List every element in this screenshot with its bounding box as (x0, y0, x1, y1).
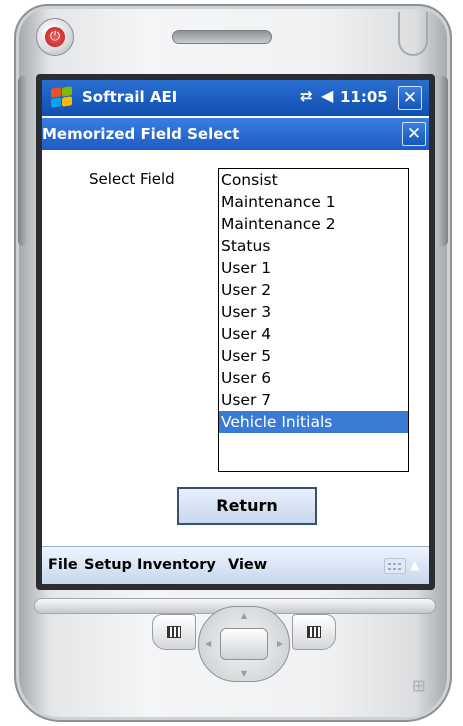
list-item[interactable]: Maintenance 2 (219, 213, 408, 235)
windows-flag-icon[interactable] (50, 86, 74, 109)
chevron-up-icon[interactable]: ▲ (410, 558, 419, 572)
field-listbox[interactable]: Consist Maintenance 1 Maintenance 2 Stat… (218, 168, 409, 472)
list-item[interactable]: Maintenance 1 (219, 191, 408, 213)
dpad-up-icon: ▲ (241, 611, 248, 620)
menu-bar: File Setup Inventory View ▲ (42, 546, 429, 584)
title-bar: Softrail AEI ⇄ ◀ 11:05 ✕ (42, 80, 429, 116)
dpad-right-icon: ▶ (277, 639, 284, 648)
dpad-center-button[interactable] (220, 628, 268, 660)
list-item[interactable]: User 1 (219, 257, 408, 279)
list-item-selected[interactable]: Vehicle Initials (219, 411, 408, 433)
contacts-icon (307, 626, 321, 638)
menu-setup[interactable]: Setup (84, 557, 132, 573)
close-button[interactable]: ✕ (398, 86, 422, 110)
list-item[interactable]: User 2 (219, 279, 408, 301)
list-item[interactable]: User 6 (219, 367, 408, 389)
power-button[interactable]: ⏻ (36, 18, 74, 56)
screen: Softrail AEI ⇄ ◀ 11:05 ✕ Memorized Field… (42, 80, 429, 584)
menu-view[interactable]: View (228, 557, 267, 573)
stylus-slot (398, 12, 428, 56)
list-item[interactable]: User 4 (219, 323, 408, 345)
dialog-header: Memorized Field Select ✕ (42, 118, 429, 150)
list-item[interactable]: User 7 (219, 389, 408, 411)
dialog-close-button[interactable]: ✕ (402, 122, 426, 146)
windows-logo-icon: ⊞ (412, 676, 426, 695)
dialog-title: Memorized Field Select (42, 125, 240, 143)
dpad-down-icon: ▼ (241, 669, 248, 678)
keyboard-icon[interactable] (384, 558, 406, 574)
volume-icon[interactable]: ◀ (321, 86, 333, 105)
sync-icon[interactable]: ⇄ (300, 87, 313, 105)
side-rail-left (18, 76, 28, 246)
return-button[interactable]: Return (177, 487, 317, 525)
calendar-icon (167, 626, 181, 638)
list-item[interactable]: Status (219, 235, 408, 257)
clock[interactable]: 11:05 (340, 88, 388, 106)
menu-inventory[interactable]: Inventory (137, 557, 216, 573)
select-field-label: Select Field (89, 170, 175, 188)
app-title: Softrail AEI (82, 88, 178, 106)
side-rail-right (438, 76, 448, 246)
list-item[interactable]: User 5 (219, 345, 408, 367)
speaker-grille (172, 30, 272, 44)
dpad-left-icon: ◀ (205, 639, 212, 648)
menu-file[interactable]: File (48, 557, 78, 573)
list-item[interactable]: Consist (219, 169, 408, 191)
list-item[interactable]: User 3 (219, 301, 408, 323)
power-icon: ⏻ (45, 27, 65, 47)
right-soft-key[interactable] (292, 614, 336, 650)
left-soft-key[interactable] (152, 614, 196, 650)
